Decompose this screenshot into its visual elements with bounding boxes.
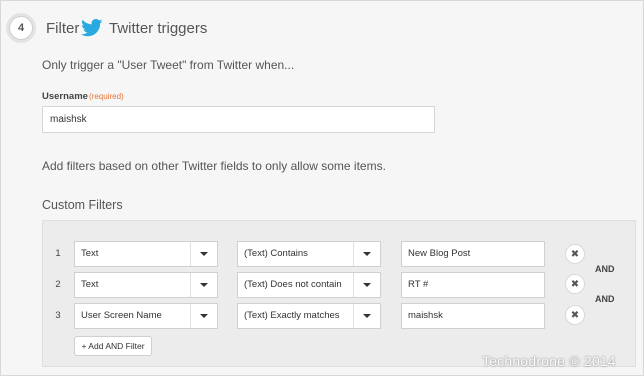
step-number-badge: 4 (6, 13, 36, 43)
intro-text: Only trigger a "User Tweet" from Twitter… (42, 58, 295, 72)
filter-value-input[interactable]: maishsk (401, 303, 545, 329)
close-icon: ✖ (570, 248, 580, 260)
filter-value-input[interactable]: RT # (401, 272, 545, 298)
chevron-down-icon[interactable] (353, 242, 380, 266)
filter-field-value: Text (81, 248, 99, 259)
chevron-down-icon[interactable] (353, 304, 380, 328)
filter-operator-select[interactable]: (Text) Exactly matches (237, 303, 381, 329)
filter-field-value: User Screen Name (81, 310, 162, 321)
filter-operator-select[interactable]: (Text) Does not contain (237, 272, 381, 298)
and-connector-label: AND (595, 294, 615, 304)
remove-filter-button[interactable]: ✖ (565, 274, 585, 294)
custom-filters-title: Custom Filters (42, 198, 123, 212)
chevron-down-icon[interactable] (190, 304, 217, 328)
filter-value-input[interactable]: New Blog Post (401, 241, 545, 267)
remove-filter-button[interactable]: ✖ (565, 244, 585, 264)
filter-row-number: 3 (55, 310, 61, 321)
chevron-down-icon[interactable] (353, 273, 380, 297)
filter-operator-value: (Text) Contains (244, 248, 308, 259)
add-and-filter-button[interactable]: + Add AND Filter (74, 336, 152, 356)
filter-operator-value: (Text) Exactly matches (244, 310, 340, 321)
chevron-down-icon[interactable] (190, 242, 217, 266)
filter-field-select[interactable]: Text (74, 272, 218, 298)
chevron-down-icon[interactable] (190, 273, 217, 297)
filter-operator-value: (Text) Does not contain (244, 279, 342, 290)
filter-operator-select[interactable]: (Text) Contains (237, 241, 381, 267)
username-label: Username (42, 91, 88, 102)
step-title: Filter (46, 20, 80, 37)
step-number: 4 (17, 22, 25, 34)
filter-row-number: 1 (55, 248, 61, 259)
filter-field-value: Text (81, 279, 99, 290)
username-input[interactable]: maishsk (42, 106, 435, 133)
filter-field-select[interactable]: User Screen Name (74, 303, 218, 329)
filter-row-number: 2 (55, 279, 61, 290)
help-text: Add filters based on other Twitter field… (42, 159, 386, 173)
remove-filter-button[interactable]: ✖ (565, 305, 585, 325)
and-connector-label: AND (595, 264, 615, 274)
required-indicator: (required) (89, 92, 124, 101)
filter-field-select[interactable]: Text (74, 241, 218, 267)
close-icon: ✖ (570, 278, 580, 290)
twitter-bird-icon (81, 19, 103, 37)
filter-step-panel: 4 Filter Twitter triggers Only trigger a… (0, 0, 644, 376)
close-icon: ✖ (570, 309, 580, 321)
watermark: Technodrone © 2014 (482, 353, 616, 369)
step-subtitle: Twitter triggers (109, 20, 208, 37)
